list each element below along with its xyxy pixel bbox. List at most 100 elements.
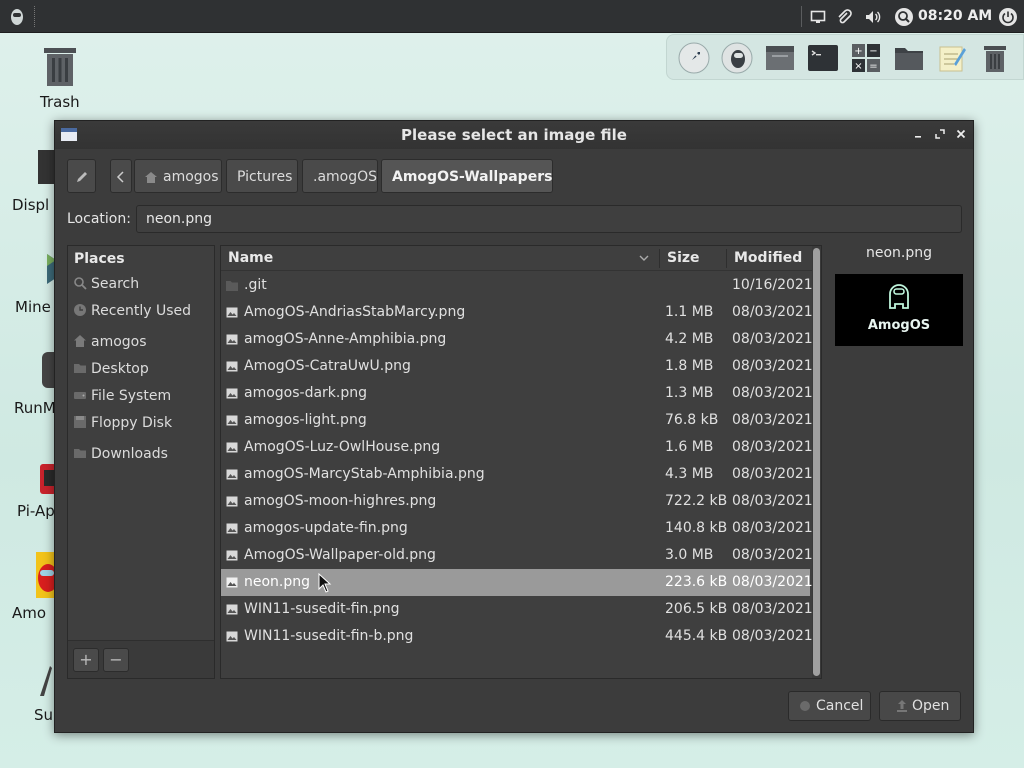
location-input[interactable]	[136, 205, 962, 233]
file-name: WIN11-susedit-fin.png	[244, 601, 400, 617]
file-row[interactable]: WIN11-susedit-fin.png 206.5 kB 08/03/2021	[221, 596, 813, 623]
file-size: 1.6 MB	[665, 439, 714, 455]
top-panel: 08:20 AM	[0, 0, 1024, 33]
file-row[interactable]: amogos-update-fin.png 140.8 kB 08/03/2021	[221, 515, 813, 542]
cancel-label: Cancel	[816, 698, 864, 714]
file-size: 140.8 kB	[665, 520, 728, 536]
path-button-amogos-wallpapers[interactable]: AmogOS-Wallpapers	[381, 159, 553, 193]
notes-icon[interactable]	[934, 40, 970, 76]
file-size: 1.3 MB	[665, 385, 714, 401]
amogos-icon[interactable]	[719, 40, 755, 76]
file-row[interactable]: amogOS-moon-highres.png 722.2 kB 08/03/202…	[221, 488, 813, 515]
file-name: AmogOS-AndriasStabMarcy.png	[244, 304, 466, 320]
open-icon	[897, 700, 907, 712]
place-recently-used[interactable]: Recently Used	[68, 299, 214, 323]
file-row[interactable]: amogOS-MarcyStab-Amphibia.png 4.3 MB 08/03…	[221, 461, 813, 488]
file-row[interactable]: amogos-light.png 76.8 kB 08/03/2021	[221, 407, 813, 434]
file-list-scrollbar[interactable]	[812, 246, 821, 678]
desktop-label-pi-apps: Pi-Ap	[17, 502, 55, 520]
trash-icon[interactable]	[977, 40, 1013, 76]
file-name: amogos-dark.png	[244, 385, 368, 401]
file-row[interactable]: AmogOS-CatraUwU.png 1.8 MB 08/03/2021	[221, 353, 813, 380]
column-name[interactable]: Name	[228, 246, 273, 271]
place-floppy-disk[interactable]: Floppy Disk	[68, 411, 214, 435]
place-downloads[interactable]: Downloads	[68, 442, 214, 466]
search-icon[interactable]	[893, 0, 915, 33]
file-modified: 08/03/2021	[732, 493, 813, 509]
path-button-amogos[interactable]: amogos	[134, 159, 222, 193]
rocket-icon[interactable]	[676, 40, 712, 76]
file-modified: 08/03/2021	[732, 304, 813, 320]
desktop-label-minecraft: Mine	[15, 298, 51, 316]
clock[interactable]: 08:20 AM	[918, 0, 992, 33]
file-modified: 08/03/2021	[732, 628, 813, 644]
file-modified: 10/16/2021	[732, 277, 813, 293]
sort-chevron-down-icon[interactable]	[639, 246, 649, 271]
place-label: File System	[91, 388, 172, 404]
place-home[interactable]: amogos	[68, 330, 214, 354]
column-modified[interactable]: Modified	[734, 246, 802, 271]
file-name: amogOS-MarcyStab-Amphibia.png	[244, 466, 485, 482]
path-label: AmogOS-Wallpapers	[392, 169, 553, 185]
minimize-button[interactable]	[908, 121, 928, 149]
mouse-cursor	[318, 572, 332, 597]
file-row[interactable]: AmogOS-AndriasStabMarcy.png 1.1 MB 08/03/2…	[221, 299, 813, 326]
display-icon[interactable]	[808, 0, 828, 33]
place-label: Search	[91, 276, 140, 292]
add-bookmark-button[interactable]: +	[73, 648, 99, 672]
file-row[interactable]: amogos-dark.png 1.3 MB 08/03/2021	[221, 380, 813, 407]
file-row[interactable]: amogOS-Anne-Amphibia.png 4.2 MB 08/03/2021	[221, 326, 813, 353]
calculator-icon[interactable]: + − × =	[848, 40, 884, 76]
close-button[interactable]	[951, 121, 971, 149]
places-sidebar: Places Search Recently Used amogos Deskt…	[67, 245, 215, 679]
power-icon[interactable]	[997, 0, 1019, 33]
preview-filename: neon.png	[865, 245, 933, 261]
path-button-pictures[interactable]: Pictures	[226, 159, 298, 193]
location-label: Location:	[67, 211, 131, 227]
open-button[interactable]: Open	[879, 691, 961, 721]
folder-icon	[74, 364, 86, 373]
file-row[interactable]: WIN11-susedit-fin-b.png 445.4 kB 08/03/202…	[221, 623, 813, 650]
paperclip-icon[interactable]	[834, 0, 854, 33]
desktop-label-runm: RunM	[14, 399, 56, 417]
file-row[interactable]: AmogOS-Luz-OwlHouse.png 1.6 MB 08/03/2021	[221, 434, 813, 461]
file-row[interactable]: neon.png 223.6 kB 08/03/2021	[221, 569, 813, 596]
path-button-amogos-hidden[interactable]: .amogOS	[302, 159, 378, 193]
file-name: AmogOS-CatraUwU.png	[244, 358, 411, 374]
place-label: Floppy Disk	[91, 415, 173, 431]
window-icon[interactable]	[762, 40, 798, 76]
folder-icon[interactable]	[891, 40, 927, 76]
file-modified: 08/03/2021	[732, 466, 813, 482]
place-file-system[interactable]: File System	[68, 384, 214, 408]
pi-apps-icon[interactable]	[38, 462, 56, 496]
column-size[interactable]: Size	[667, 246, 700, 271]
file-modified: 08/03/2021	[732, 358, 813, 374]
trash-desktop-icon[interactable]	[40, 44, 80, 88]
file-name: AmogOS-Wallpaper-old.png	[244, 547, 436, 563]
edit-path-button[interactable]	[67, 159, 96, 193]
maximize-button[interactable]	[930, 121, 950, 149]
file-row[interactable]: AmogOS-Wallpaper-old.png 3.0 MB 08/03/2021	[221, 542, 813, 569]
image-file-icon	[226, 577, 238, 588]
amogos-desktop-icon[interactable]	[36, 552, 58, 598]
places-header: Places	[74, 251, 125, 267]
app-menu-icon[interactable]	[6, 0, 28, 33]
file-name: amogOS-Anne-Amphibia.png	[244, 331, 447, 347]
file-name: amogos-light.png	[244, 412, 367, 428]
image-file-icon	[226, 604, 238, 615]
file-size: 76.8 kB	[665, 412, 719, 428]
remove-bookmark-button[interactable]: −	[103, 648, 129, 672]
place-desktop[interactable]: Desktop	[68, 357, 214, 381]
image-file-icon	[226, 631, 238, 642]
volume-icon[interactable]	[862, 0, 884, 33]
place-search[interactable]: Search	[68, 272, 214, 296]
file-size: 4.3 MB	[665, 466, 714, 482]
scrollbar-thumb[interactable]	[813, 248, 820, 676]
terminal-icon[interactable]	[805, 40, 841, 76]
image-file-icon	[226, 550, 238, 561]
dialog-titlebar[interactable]: Please select an image file	[55, 121, 973, 149]
cancel-button[interactable]: Cancel	[788, 691, 871, 721]
svg-text:−: −	[869, 46, 877, 57]
file-row[interactable]: .git 10/16/2021	[221, 272, 813, 299]
path-back-button[interactable]	[110, 159, 132, 193]
